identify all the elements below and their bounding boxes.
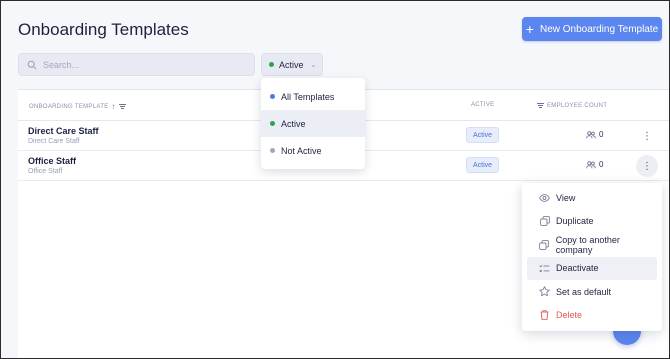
column-header-active: Active	[471, 102, 495, 108]
status-selected-label: Active	[279, 59, 304, 70]
column-header-name[interactable]: Onboarding Template ↑	[29, 102, 126, 111]
new-onboarding-template-button[interactable]: + New Onboarding Template	[522, 17, 662, 41]
menu-item-copy-to-another-company[interactable]: Copy to another company	[527, 233, 657, 257]
menu-item-label: Delete	[556, 310, 583, 321]
sort-arrow-icon[interactable]: ↑	[112, 102, 116, 111]
status-option-active[interactable]: Active	[261, 110, 365, 137]
active-dot	[270, 121, 275, 126]
column-label-name: Onboarding Template	[29, 103, 109, 110]
search-icon	[27, 60, 37, 69]
trash-icon	[539, 310, 550, 321]
duplicate-icon	[539, 216, 550, 227]
star-icon	[539, 286, 550, 297]
new-button-label: New Onboarding Template	[539, 23, 659, 35]
status-option-not-active[interactable]: Not Active	[261, 137, 365, 164]
search-box[interactable]	[18, 53, 255, 76]
copy-icon	[539, 239, 550, 250]
row-actions-kebab-icon[interactable]: ⋮	[636, 125, 658, 147]
menu-item-label: Duplicate	[556, 216, 594, 227]
status-option-label: All Templates	[281, 91, 335, 102]
menu-item-label: View	[556, 192, 576, 203]
menu-item-label: Set as default	[556, 286, 612, 297]
eye-icon	[539, 192, 550, 203]
status-option-all-templates[interactable]: All Templates	[261, 83, 365, 110]
template-name[interactable]: Office Staff	[28, 156, 76, 166]
filter-icon[interactable]	[118, 103, 126, 110]
employee-count: 0	[586, 160, 603, 169]
template-name[interactable]: Direct Care Staff	[28, 126, 99, 136]
deactivate-icon	[539, 263, 550, 274]
search-input[interactable]	[43, 59, 243, 70]
employee-count-value: 0	[599, 130, 604, 139]
plus-icon: +	[525, 21, 534, 37]
template-subtitle: Direct Care Staff	[28, 138, 80, 145]
not-active-dot	[270, 148, 275, 153]
all-templates-dot	[270, 94, 275, 99]
menu-item-set-as-default[interactable]: Set as default	[527, 280, 657, 304]
menu-item-label: Copy to another company	[555, 234, 620, 255]
template-subtitle: Office Staff	[28, 168, 63, 175]
filter-icon[interactable]	[537, 102, 544, 109]
row-actions-menu: View Duplicate Copy to another company D…	[522, 183, 662, 331]
users-icon	[586, 130, 596, 138]
status-badge: Active	[466, 157, 499, 173]
page-title: Onboarding Templates	[18, 20, 189, 39]
menu-item-duplicate[interactable]: Duplicate	[527, 210, 657, 234]
menu-item-delete[interactable]: Delete	[527, 304, 657, 328]
status-badge: Active	[466, 127, 499, 143]
active-status-dot	[269, 62, 274, 67]
status-filter-dropdown: All Templates Active Not Active	[261, 78, 365, 169]
status-option-label: Active	[281, 118, 306, 129]
employee-count-value: 0	[599, 160, 604, 169]
status-filter-select[interactable]: Active ⌄	[261, 53, 323, 76]
employee-count: 0	[586, 130, 603, 139]
app-frame: Onboarding Templates + New Onboarding Te…	[0, 0, 670, 359]
menu-item-deactivate[interactable]: Deactivate	[527, 256, 657, 280]
users-icon	[586, 160, 596, 168]
status-option-label: Not Active	[281, 145, 322, 156]
column-label-employee-count: Employee Count	[547, 102, 608, 109]
menu-item-label: Deactivate	[556, 263, 599, 274]
row-actions-kebab-icon[interactable]: ⋮	[636, 155, 658, 177]
chevron-down-icon: ⌄	[310, 61, 317, 69]
menu-item-view[interactable]: View	[527, 186, 657, 210]
column-header-employee-count[interactable]: Employee Count	[537, 102, 607, 109]
